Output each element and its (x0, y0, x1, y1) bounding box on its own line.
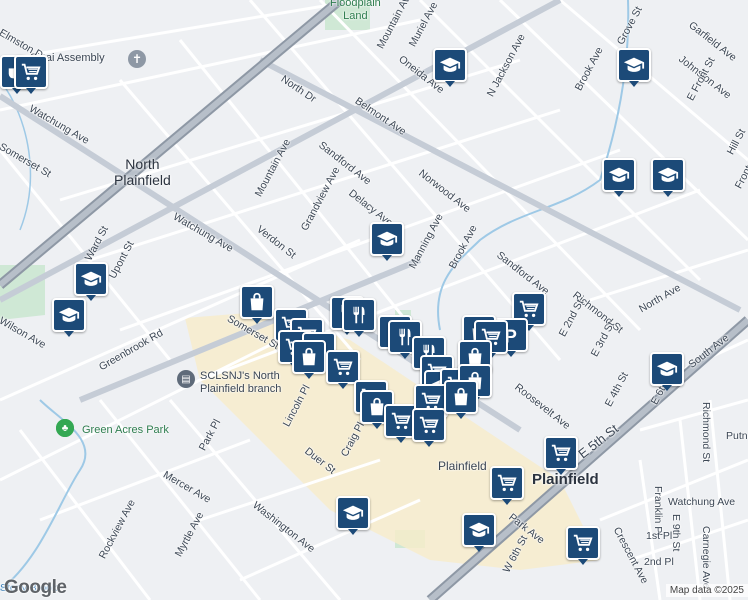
school-pin[interactable] (52, 298, 86, 337)
school-icon (623, 57, 645, 72)
street-label: Franklin Pl (652, 486, 664, 536)
cart-pin[interactable] (326, 350, 360, 389)
street-label: 2nd Pl (644, 556, 674, 568)
cart-pin[interactable] (490, 466, 524, 505)
school-pin[interactable] (602, 158, 636, 197)
bag-pin[interactable] (292, 340, 326, 379)
poi-floodplain: Floodplain Land (330, 0, 381, 22)
bag-icon (302, 347, 316, 366)
school-icon (656, 361, 678, 376)
bag-pin[interactable] (240, 285, 274, 324)
school-icon (58, 307, 80, 322)
cart-icon (333, 358, 353, 376)
library-icon: ▤ (177, 370, 195, 388)
cart-pin[interactable] (566, 526, 600, 565)
school-pin[interactable] (433, 48, 467, 87)
school-icon (608, 167, 630, 182)
bag-pin[interactable] (444, 380, 478, 419)
street-label: Putnam (726, 430, 748, 442)
map-canvas[interactable]: North Plainfield Plainfield Floodplain L… (0, 0, 748, 600)
cart-icon (497, 474, 517, 492)
cart-icon (519, 300, 539, 318)
poi-plainfield-station: Plainfield (438, 459, 487, 473)
bag-icon (250, 292, 264, 311)
poi-green-acres-park: Green Acres Park (82, 424, 169, 436)
cart-icon (419, 416, 439, 434)
cart-pin[interactable] (544, 436, 578, 475)
school-icon (439, 57, 461, 72)
school-icon (657, 167, 679, 182)
school-pin[interactable] (462, 513, 496, 552)
cart-icon (21, 63, 41, 81)
street-label: Richmond St (700, 402, 712, 463)
school-pin[interactable] (336, 496, 370, 535)
food-pin[interactable] (342, 298, 376, 337)
school-icon (376, 231, 398, 246)
school-icon (468, 522, 490, 537)
school-pin[interactable] (617, 48, 651, 87)
church-icon: ✝ (128, 50, 146, 68)
bag-icon (454, 387, 468, 406)
school-pin[interactable] (650, 352, 684, 391)
food-icon (353, 306, 365, 324)
cart-icon (391, 412, 411, 430)
school-pin[interactable] (370, 222, 404, 261)
cart-pin[interactable] (14, 55, 48, 94)
cart-icon (573, 534, 593, 552)
poi-library: SCLSNJ's North Plainfield branch (200, 370, 282, 395)
place-north-plainfield: North Plainfield (114, 156, 171, 188)
map-attribution[interactable]: Map data ©2025 (665, 584, 748, 597)
school-icon (342, 505, 364, 520)
google-logo: Google (4, 577, 67, 598)
school-pin[interactable] (74, 262, 108, 301)
school-icon (80, 271, 102, 286)
cart-pin[interactable] (412, 408, 446, 447)
cart-icon (551, 444, 571, 462)
street-label: Carnegie Ave (700, 526, 712, 589)
park-icon: ♣ (56, 419, 74, 437)
school-pin[interactable] (651, 158, 685, 197)
street-label: Watchung Ave (668, 496, 736, 508)
street-label: 1st Pl (646, 530, 673, 542)
